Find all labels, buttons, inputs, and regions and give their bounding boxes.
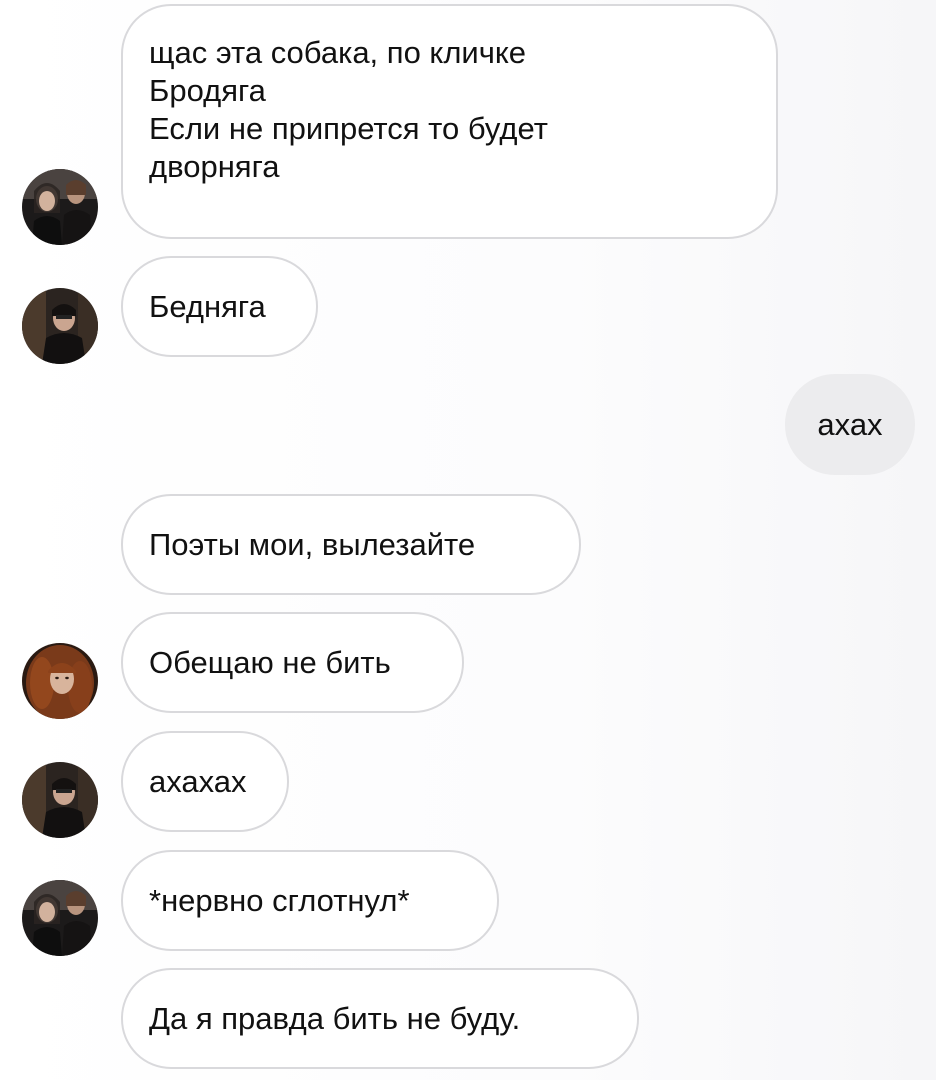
outgoing-message-bubble[interactable]: ахах <box>785 374 915 475</box>
message-text: Бедняга <box>149 289 266 324</box>
message-bubble[interactable]: Да я правда бить не буду. <box>121 968 639 1069</box>
dark-hair-boy-avatar-image <box>22 288 98 364</box>
dark-couple-avatar-image <box>22 169 98 245</box>
message-text: ахахах <box>149 764 247 799</box>
message-text: Обещаю не бить <box>149 645 391 680</box>
message-bubble[interactable]: Бедняга <box>121 256 318 357</box>
message-text: ахах <box>817 407 883 442</box>
chat-thread[interactable]: щас эта собака, по кличке Бродяга Если н… <box>0 0 936 1080</box>
sender-avatar[interactable] <box>22 169 98 245</box>
message-bubble[interactable]: щас эта собака, по кличке Бродяга Если н… <box>121 4 778 239</box>
message-text-line: щас эта собака, по кличке <box>149 35 527 70</box>
sender-avatar[interactable] <box>22 880 98 956</box>
message-bubble[interactable]: *нервно сглотнул* <box>121 850 499 951</box>
message-bubble[interactable]: ахахах <box>121 731 289 832</box>
sender-avatar[interactable] <box>22 762 98 838</box>
message-bubble[interactable]: Обещаю не бить <box>121 612 464 713</box>
red-hair-girl-avatar-image <box>22 643 98 719</box>
sender-avatar[interactable] <box>22 288 98 364</box>
dark-couple-avatar-image <box>22 880 98 956</box>
message-bubble[interactable]: Поэты мои, вылезайте <box>121 494 581 595</box>
message-text: Да я правда бить не буду. <box>149 1001 521 1036</box>
message-text: *нервно сглотнул* <box>149 883 410 918</box>
message-text-line: дворняга <box>149 149 280 184</box>
message-text-line: Бродяга <box>149 73 266 108</box>
dark-hair-boy-avatar-image <box>22 762 98 838</box>
message-text: Поэты мои, вылезайте <box>149 527 476 562</box>
message-text-line: Если не припрется то будет <box>149 111 548 146</box>
sender-avatar[interactable] <box>22 643 98 719</box>
